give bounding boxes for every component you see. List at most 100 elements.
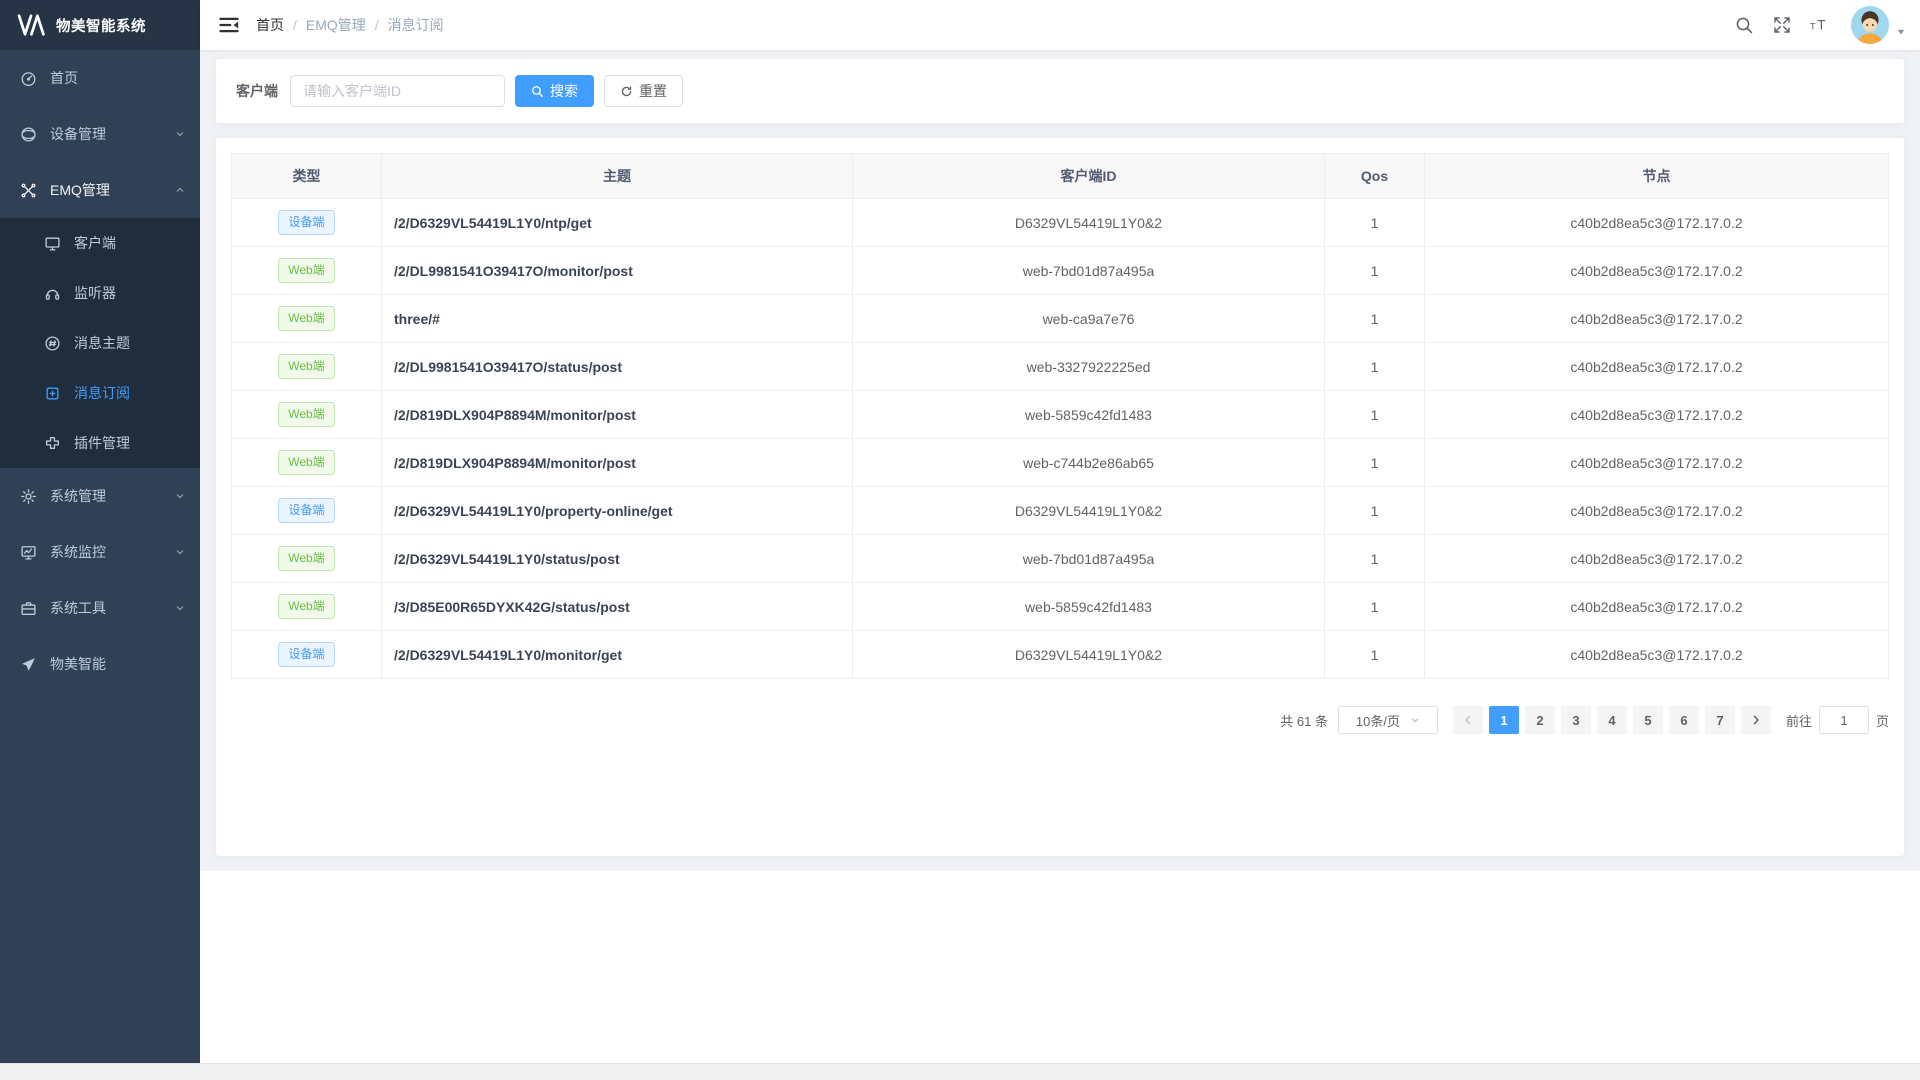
col-header-topic: 主题	[382, 154, 853, 199]
cell-type: Web端	[232, 343, 382, 391]
cell-client-id: web-5859c42fd1483	[853, 391, 1325, 439]
type-tag: 设备端	[278, 210, 334, 235]
sidebar-item-system-manage[interactable]: 系统管理	[0, 468, 200, 524]
cell-client-id: D6329VL54419L1Y0&2	[853, 487, 1325, 535]
sidebar-item-label: 系统监控	[50, 542, 174, 562]
breadcrumb-item: 消息订阅	[388, 15, 444, 35]
horizontal-scrollbar[interactable]	[0, 1063, 1920, 1080]
cell-type: Web端	[232, 391, 382, 439]
main-area: 首页/EMQ管理/消息订阅 T T	[200, 0, 1920, 1063]
cell-topic: /2/DL9981541O39417O/monitor/post	[382, 247, 853, 295]
sidebar-item-wumei-smart[interactable]: 物美智能	[0, 636, 200, 692]
reset-button[interactable]: 重置	[604, 75, 683, 107]
sidebar-collapse-icon[interactable]	[218, 14, 240, 36]
search-icon[interactable]	[1734, 15, 1754, 35]
cell-qos: 1	[1325, 439, 1425, 487]
cell-type: 设备端	[232, 631, 382, 679]
sidebar-item-emq-plugins[interactable]: 插件管理	[0, 418, 200, 468]
cell-client-id: web-7bd01d87a495a	[853, 247, 1325, 295]
sidebar-item-system-tools[interactable]: 系统工具	[0, 580, 200, 636]
cell-type: Web端	[232, 295, 382, 343]
page-size-value: 10条/页	[1356, 711, 1400, 730]
page-button-2[interactable]: 2	[1525, 706, 1555, 734]
subscribe-icon	[44, 385, 61, 402]
cell-topic: three/#	[382, 295, 853, 343]
cell-node: c40b2d8ea5c3@172.17.0.2	[1425, 439, 1889, 487]
client-id-label: 客户端	[236, 81, 278, 101]
cell-node: c40b2d8ea5c3@172.17.0.2	[1425, 343, 1889, 391]
app-title: 物美智能系统	[56, 15, 146, 36]
page-size-select[interactable]: 10条/页	[1338, 706, 1438, 734]
type-tag: Web端	[278, 450, 334, 475]
cell-qos: 1	[1325, 247, 1425, 295]
sidebar-item-label: 系统工具	[50, 598, 174, 618]
chevron-down-icon	[174, 490, 186, 502]
page-button-5[interactable]: 5	[1633, 706, 1663, 734]
cell-node: c40b2d8ea5c3@172.17.0.2	[1425, 535, 1889, 583]
sidebar-item-label: EMQ管理	[50, 180, 174, 200]
col-header-qos: Qos	[1325, 154, 1425, 199]
cell-node: c40b2d8ea5c3@172.17.0.2	[1425, 247, 1889, 295]
cell-topic: /2/D6329VL54419L1Y0/property-online/get	[382, 487, 853, 535]
next-page-button[interactable]	[1741, 706, 1771, 734]
sidebar-item-emq-subscriptions[interactable]: 消息订阅	[0, 368, 200, 418]
search-button[interactable]: 搜索	[515, 75, 594, 107]
table-header-row: 类型 主题 客户端ID Qos 节点	[232, 154, 1889, 199]
breadcrumb-separator: /	[293, 17, 297, 33]
app-logo[interactable]: 物美智能系统	[0, 0, 200, 50]
cell-client-id: web-5859c42fd1483	[853, 583, 1325, 631]
prev-page-button[interactable]	[1453, 706, 1483, 734]
sidebar-item-emq-listeners[interactable]: 监听器	[0, 268, 200, 318]
cell-client-id: D6329VL54419L1Y0&2	[853, 199, 1325, 247]
cell-qos: 1	[1325, 295, 1425, 343]
table-row: 设备端/2/D6329VL54419L1Y0/monitor/getD6329V…	[232, 631, 1889, 679]
cell-qos: 1	[1325, 343, 1425, 391]
fullscreen-icon[interactable]	[1772, 15, 1792, 35]
page-button-1[interactable]: 1	[1489, 706, 1519, 734]
sidebar-item-emq-topics[interactable]: 消息主题	[0, 318, 200, 368]
monitor-chart-icon	[20, 544, 37, 561]
cell-type: 设备端	[232, 487, 382, 535]
sidebar-item-home[interactable]: 首页	[0, 50, 200, 106]
col-header-type: 类型	[232, 154, 382, 199]
search-button-label: 搜索	[550, 81, 578, 101]
pager: 1234567	[1450, 706, 1774, 734]
client-id-input[interactable]	[290, 75, 505, 107]
goto-label: 前往	[1786, 711, 1812, 730]
sidebar-menu: 首页设备管理 EMQ管理客户端监听器消息主题消息订阅插件管理系统管理系统监控系统工…	[0, 50, 200, 1063]
page-button-6[interactable]: 6	[1669, 706, 1699, 734]
user-menu[interactable]	[1851, 6, 1906, 44]
plugin-icon	[44, 435, 61, 452]
breadcrumb: 首页/EMQ管理/消息订阅	[256, 15, 444, 35]
pagination: 共 61 条 10条/页 1234567 前往 页	[231, 706, 1889, 734]
page-jumper: 前往 页	[1786, 706, 1889, 734]
reset-button-label: 重置	[639, 81, 667, 101]
sidebar-item-emq-clients[interactable]: 客户端	[0, 218, 200, 268]
goto-page-input[interactable]	[1819, 706, 1869, 734]
cell-topic: /2/D6329VL54419L1Y0/ntp/get	[382, 199, 853, 247]
dashboard-icon	[20, 70, 37, 87]
caret-down-icon	[1896, 27, 1906, 37]
page-button-3[interactable]: 3	[1561, 706, 1591, 734]
message-topic-icon	[44, 335, 61, 352]
cell-client-id: web-7bd01d87a495a	[853, 535, 1325, 583]
table-row: Web端three/#web-ca9a7e761c40b2d8ea5c3@172…	[232, 295, 1889, 343]
cell-node: c40b2d8ea5c3@172.17.0.2	[1425, 199, 1889, 247]
sidebar-item-system-monitor[interactable]: 系统监控	[0, 524, 200, 580]
page-button-7[interactable]: 7	[1705, 706, 1735, 734]
page-button-4[interactable]: 4	[1597, 706, 1627, 734]
sidebar-item-label: 系统管理	[50, 486, 174, 506]
sidebar-item-device-manage[interactable]: 设备管理	[0, 106, 200, 162]
col-header-client-id: 客户端ID	[853, 154, 1325, 199]
gear-icon	[20, 488, 37, 505]
cell-node: c40b2d8ea5c3@172.17.0.2	[1425, 391, 1889, 439]
font-size-icon[interactable]: T T	[1810, 15, 1830, 35]
app-root: 物美智能系统 首页设备管理EMQ管理客户端监听器消息主题消息订阅插件管理系统管理…	[0, 0, 1920, 1063]
sidebar-item-label: 物美智能	[50, 654, 186, 674]
sidebar-item-emq-manage[interactable]: EMQ管理	[0, 162, 200, 218]
chevron-down-icon	[174, 602, 186, 614]
breadcrumb-item[interactable]: 首页	[256, 15, 284, 35]
paper-plane-icon	[20, 656, 37, 673]
search-panel: 客户端 搜索 重置	[215, 58, 1905, 124]
sidebar-item-label: 客户端	[74, 233, 200, 253]
